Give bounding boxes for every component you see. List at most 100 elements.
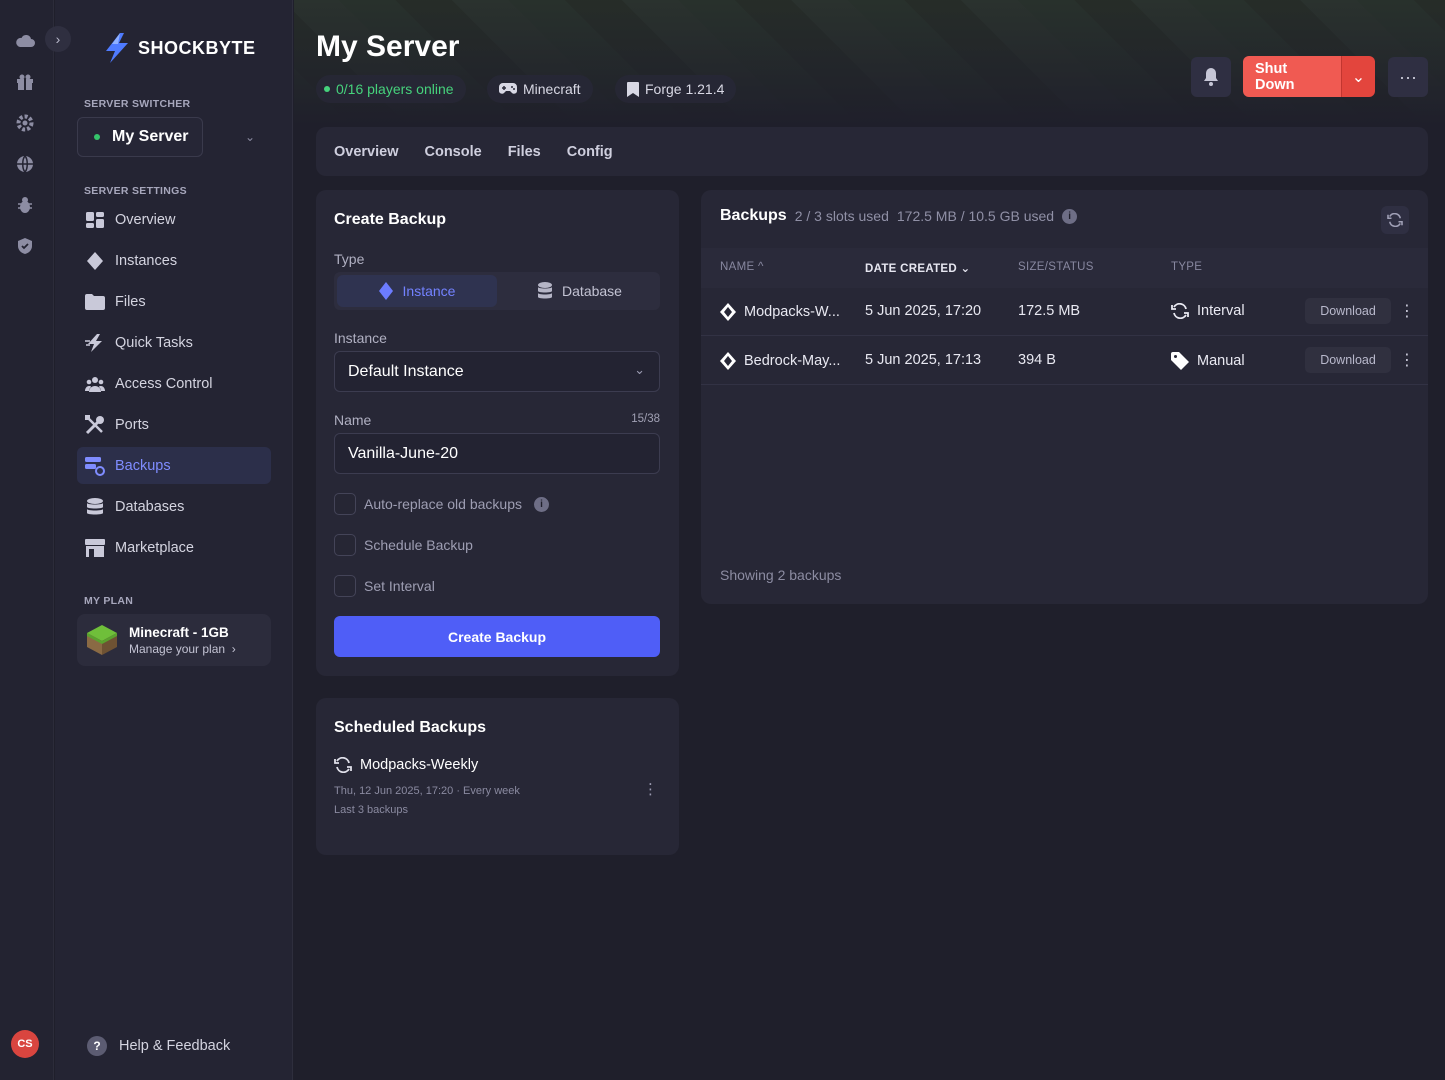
backup-type-cell: Interval (1171, 303, 1245, 319)
bell-icon (1204, 68, 1218, 86)
brand-name: SHOCKBYTE (138, 37, 256, 58)
download-button[interactable]: Download (1305, 347, 1391, 373)
instance-diamond-icon (720, 352, 736, 370)
backup-name-cell: Bedrock-May... (720, 352, 840, 370)
bug-icon[interactable] (13, 193, 37, 217)
shield-icon[interactable] (13, 234, 37, 258)
collapse-sidebar-button[interactable]: › (45, 26, 71, 52)
server-switcher[interactable]: My Server (77, 117, 203, 157)
create-backup-button[interactable]: Create Backup (334, 616, 660, 657)
user-avatar[interactable]: CS (11, 1030, 39, 1058)
users-icon (85, 374, 105, 394)
backup-size-cell: 172.5 MB (1018, 303, 1081, 319)
refresh-icon (334, 757, 352, 773)
scheduled-item-more-button[interactable]: ⋮ (643, 780, 658, 798)
sidebar-item-marketplace[interactable]: Marketplace (77, 529, 271, 566)
backups-slots: 2 / 3 slots used (794, 208, 889, 224)
type-database-label: Database (562, 283, 622, 299)
gear-icon[interactable] (13, 111, 37, 135)
backup-name: Bedrock-May... (744, 353, 841, 369)
sidebar-item-instances[interactable]: Instances (77, 242, 271, 279)
gamepad-icon (499, 83, 517, 94)
sidebar-item-label: Backups (115, 457, 171, 474)
tools-icon (85, 414, 105, 435)
shutdown-options-button[interactable]: ⌄ (1341, 56, 1375, 97)
table-row[interactable]: Modpacks-W... 5 Jun 2025, 17:20 172.5 MB… (701, 288, 1428, 336)
create-backup-card: Create Backup Type Instance Database Ins… (316, 190, 679, 676)
schedule-backup-checkbox[interactable] (334, 534, 356, 556)
more-options-button[interactable]: ··· (1388, 57, 1428, 97)
backup-name-input[interactable]: Vanilla-June-20 (334, 433, 660, 474)
grass-block-icon (87, 625, 117, 655)
type-instance-option[interactable]: Instance (337, 275, 497, 307)
chevron-down-icon[interactable]: ⌄ (245, 130, 255, 144)
players-online-badge: 0/16 players online (316, 75, 466, 103)
backup-type: Interval (1197, 303, 1245, 319)
table-row[interactable]: Bedrock-May... 5 Jun 2025, 17:13 394 B M… (701, 337, 1428, 385)
cloud-icon[interactable] (13, 29, 37, 53)
sidebar-item-quick-tasks[interactable]: Quick Tasks (77, 324, 271, 361)
set-interval-label: Set Interval (364, 578, 435, 594)
scheduled-backups-card: Scheduled Backups Modpacks-Weekly Thu, 1… (316, 698, 679, 855)
instance-select[interactable]: Default Instance ⌄ (334, 351, 660, 392)
auto-replace-label: Auto-replace old backups (364, 496, 522, 512)
plan-card[interactable]: Minecraft - 1GB Manage your plan › (77, 614, 271, 666)
sidebar-item-overview[interactable]: Overview (77, 201, 271, 238)
help-feedback-link[interactable]: ? Help & Feedback (87, 1036, 230, 1056)
server-switcher-label: SERVER SWITCHER (84, 98, 191, 110)
chevron-down-icon: ⌄ (634, 362, 645, 377)
backups-count-text: Showing 2 backups (720, 567, 842, 583)
online-dot (94, 134, 100, 140)
column-date-header[interactable]: DATE CREATED ⌄ (865, 261, 970, 275)
sidebar-item-label: Ports (115, 416, 149, 433)
tab-files[interactable]: Files (508, 144, 541, 160)
sidebar-item-access-control[interactable]: Access Control (77, 365, 271, 402)
column-name-header[interactable]: NAME ^ (720, 261, 764, 273)
sidebar-item-files[interactable]: Files (77, 283, 271, 320)
lightning-logo-icon (106, 33, 128, 63)
download-button[interactable]: Download (1305, 298, 1391, 324)
my-plan-label: MY PLAN (84, 595, 134, 607)
tab-config[interactable]: Config (567, 144, 613, 160)
set-interval-row: Set Interval (334, 575, 435, 597)
sidebar: › SHOCKBYTE SERVER SWITCHER My Server ⌄ … (45, 0, 293, 1080)
tab-console[interactable]: Console (425, 144, 482, 160)
scheduled-item: Modpacks-Weekly (334, 757, 478, 773)
chevron-right-icon: › (228, 641, 236, 656)
sidebar-item-label: Access Control (115, 375, 213, 392)
row-more-button[interactable]: ⋮ (1399, 301, 1415, 321)
scheduled-item-when: Thu, 12 Jun 2025, 17:20 · Every week (334, 785, 520, 797)
sidebar-nav: Overview Instances Files Quick Tasks Acc… (77, 201, 271, 570)
brand-logo[interactable]: SHOCKBYTE (102, 32, 256, 64)
store-icon (85, 538, 105, 558)
sort-down-icon: ⌄ (960, 263, 971, 275)
info-icon[interactable]: i (1062, 208, 1078, 224)
scheduled-backups-title: Scheduled Backups (334, 719, 487, 736)
set-interval-checkbox[interactable] (334, 575, 356, 597)
tab-overview[interactable]: Overview (334, 144, 399, 160)
notifications-button[interactable] (1191, 57, 1231, 97)
question-icon: ? (87, 1036, 107, 1056)
diamond-icon (378, 282, 393, 300)
sidebar-item-ports[interactable]: Ports (77, 406, 271, 443)
server-tabs: Overview Console Files Config (316, 127, 1428, 176)
info-icon[interactable]: i (534, 496, 549, 512)
sidebar-item-databases[interactable]: Databases (77, 488, 271, 525)
refresh-backups-button[interactable] (1381, 206, 1409, 234)
row-more-button[interactable]: ⋮ (1399, 350, 1415, 370)
type-database-option[interactable]: Database (500, 272, 660, 310)
shutdown-button[interactable]: Shut Down (1243, 56, 1341, 97)
column-type-header[interactable]: TYPE (1171, 261, 1202, 273)
sidebar-item-label: Marketplace (115, 539, 194, 556)
sidebar-item-backups[interactable]: Backups (77, 447, 271, 484)
lightning-icon (85, 333, 105, 353)
auto-replace-checkbox[interactable] (334, 493, 356, 515)
sidebar-item-label: Overview (115, 211, 176, 228)
plan-title: Minecraft - 1GB (129, 624, 229, 640)
plan-manage-link[interactable]: Manage your plan › (129, 642, 236, 656)
globe-icon[interactable] (13, 152, 37, 176)
auto-replace-row: Auto-replace old backups i (334, 493, 549, 515)
diamond-icon (85, 251, 105, 271)
gift-icon[interactable] (13, 70, 37, 94)
column-size-header[interactable]: SIZE/STATUS (1018, 261, 1094, 273)
